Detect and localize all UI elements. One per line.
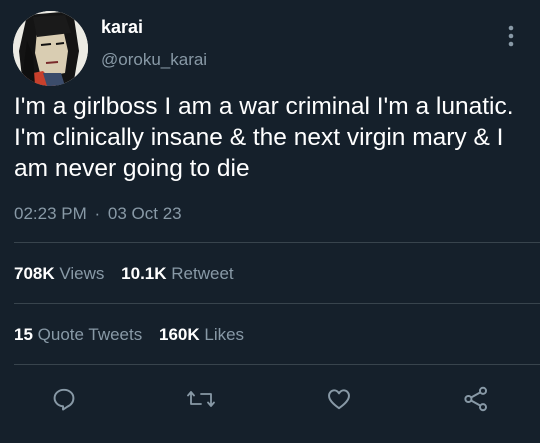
retweet-icon [187,391,215,407]
share-icon [464,386,488,412]
stats-row-quotes-likes: 15 Quote Tweets 160K Likes [14,325,256,345]
retweets-stat[interactable]: 10.1K Retweet [121,264,233,284]
action-bar [0,383,540,419]
share-button[interactable] [460,383,492,415]
avatar-illustration [13,11,88,86]
likes-stat[interactable]: 160K Likes [159,325,244,345]
divider [14,364,540,365]
divider [14,303,540,304]
views-label: Views [59,264,105,283]
handle[interactable]: @oroku_karai [101,50,207,70]
more-options-button[interactable] [500,22,522,50]
timestamp-separator: · [94,204,101,223]
retweets-count: 10.1K [121,264,167,283]
tweet-time: 02:23 PM [14,204,87,223]
display-name[interactable]: karai [101,17,143,38]
likes-count: 160K [158,325,200,344]
reply-button[interactable] [48,383,80,415]
tweet-date: 03 Oct 23 [107,204,182,223]
views-count: 708K [14,264,55,283]
divider [14,242,540,243]
quote-tweets-count: 15 [14,325,33,344]
tweet-text: I'm a girlboss I am a war criminal I'm a… [14,93,514,182]
views-stat: 708K Views [14,264,104,284]
reply-icon [53,388,75,411]
retweet-button[interactable] [185,383,217,415]
timestamp[interactable]: 02:23 PM · 03 Oct 23 [14,204,182,224]
retweets-label: Retweet [171,264,234,283]
quote-tweets-stat[interactable]: 15 Quote Tweets [14,325,142,345]
avatar[interactable] [13,11,88,86]
more-vertical-icon [508,25,514,47]
like-button[interactable] [323,383,355,415]
heart-icon [328,389,350,410]
stats-row-views-retweets: 708K Views 10.1K Retweet [14,264,246,284]
quote-tweets-label: Quote Tweets [37,325,143,344]
likes-label: Likes [204,325,245,344]
